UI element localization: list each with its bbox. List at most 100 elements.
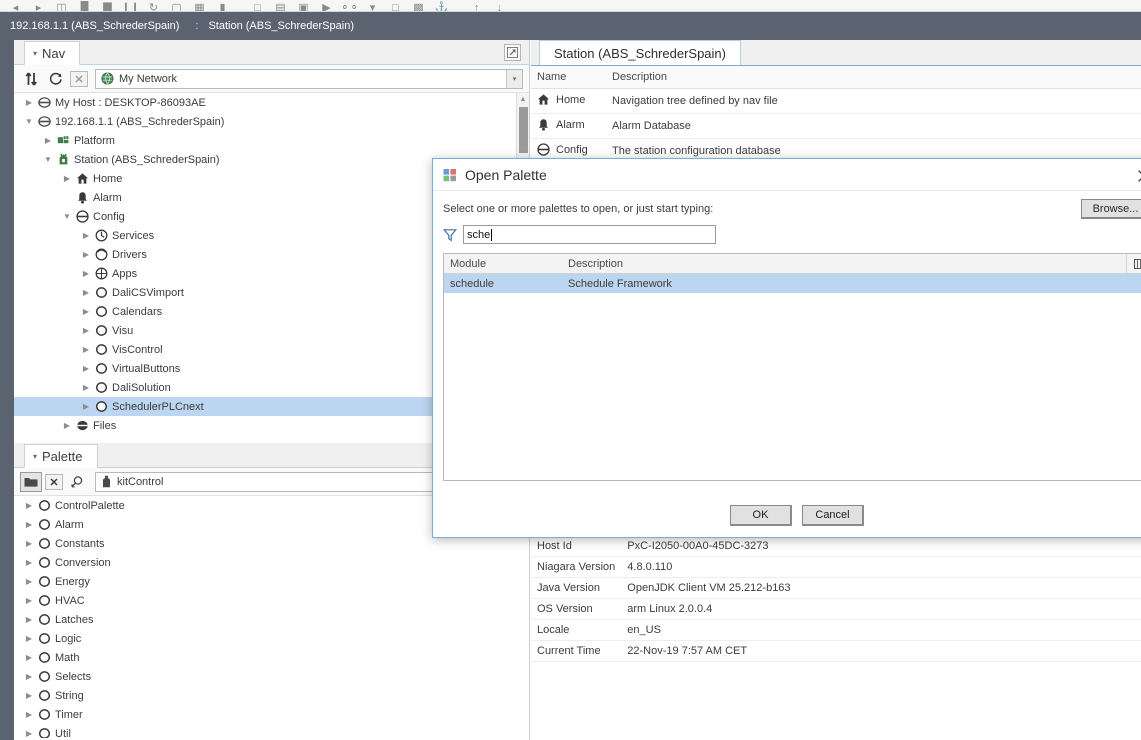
module-list-row[interactable]: schedule Schedule Framework	[444, 274, 1141, 293]
breadcrumb-station[interactable]: Station (ABS_SchrederSpain)	[208, 20, 354, 32]
twisty-collapsed-icon[interactable]: ▶	[79, 345, 93, 354]
twisty-collapsed-icon[interactable]: ▶	[79, 326, 93, 335]
palette-module-list[interactable]: Module Description schedule Schedule Fram…	[443, 253, 1141, 481]
close-icon[interactable]	[1133, 165, 1141, 187]
shield-icon[interactable]: ▾	[361, 0, 384, 12]
back-icon[interactable]: ◂	[4, 0, 27, 12]
twisty-collapsed-icon[interactable]: ▶	[22, 691, 36, 700]
forward-icon[interactable]: ▸	[27, 0, 50, 12]
twisty-collapsed-icon[interactable]: ▶	[79, 269, 93, 278]
folder-icon[interactable]	[20, 471, 42, 492]
folder-node-icon	[36, 594, 53, 607]
browse-button[interactable]: Browse...	[1081, 199, 1141, 219]
column-header-module[interactable]: Module	[444, 258, 564, 270]
column-header-description[interactable]: Description	[564, 258, 1126, 270]
binoculars-icon[interactable]: ⚬⚬	[338, 0, 361, 12]
refresh-icon[interactable]	[45, 69, 67, 89]
maximize-icon[interactable]	[504, 44, 521, 61]
table-row[interactable]: Alarm Alarm Database	[531, 113, 1141, 139]
twisty-collapsed-icon[interactable]: ▶	[22, 615, 36, 624]
column-settings-icon[interactable]	[1126, 254, 1141, 273]
twisty-collapsed-icon[interactable]: ▶	[60, 421, 74, 430]
square-icon[interactable]: □	[384, 0, 407, 12]
table-icon[interactable]: ▤	[269, 0, 292, 12]
chevron-down-icon[interactable]: ▾	[33, 49, 37, 58]
nav-tree-item-label: VirtualButtons	[112, 362, 181, 375]
palette-tree-item[interactable]: ▶ String	[14, 686, 529, 705]
column-header-description[interactable]: Description	[606, 66, 1141, 89]
column-header-name[interactable]: Name	[531, 66, 606, 89]
palette-tree-item[interactable]: ▶ Energy	[14, 572, 529, 591]
sort-arrows-icon[interactable]	[20, 69, 42, 89]
refresh-icon[interactable]: ↻	[142, 0, 165, 12]
twisty-collapsed-icon[interactable]: ▶	[22, 577, 36, 586]
folder-node-icon	[36, 537, 53, 550]
twisty-collapsed-icon[interactable]: ▶	[22, 672, 36, 681]
palette-tree-item[interactable]: ▶ Latches	[14, 610, 529, 629]
palette-tree-item[interactable]: ▶ Timer	[14, 705, 529, 724]
palette-tree-item[interactable]: ▶ Conversion	[14, 553, 529, 572]
tab-station[interactable]: Station (ABS_SchrederSpain)	[539, 40, 741, 65]
twisty-collapsed-icon[interactable]: ▶	[41, 136, 55, 145]
duplicate-icon[interactable]: ▩	[407, 0, 430, 12]
tab-palette[interactable]: ▾ Palette	[24, 444, 98, 468]
network-selector[interactable]: My Network ▾	[95, 68, 523, 89]
tab-nav[interactable]: ▾ Nav	[24, 41, 81, 65]
twisty-collapsed-icon[interactable]: ▶	[79, 383, 93, 392]
twisty-collapsed-icon[interactable]: ▶	[22, 558, 36, 567]
export-icon[interactable]: ▦	[188, 0, 211, 12]
ok-button[interactable]: OK	[730, 504, 792, 526]
twisty-collapsed-icon[interactable]: ▶	[79, 364, 93, 373]
palette-tree-item[interactable]: ▶ Math	[14, 648, 529, 667]
chart-icon[interactable]: ▣	[292, 0, 315, 12]
twisty-collapsed-icon[interactable]: ▶	[60, 174, 74, 183]
palette-tree-item[interactable]: ▶ Logic	[14, 629, 529, 648]
cancel-button[interactable]: Cancel	[802, 504, 864, 526]
nav-tree-item[interactable]: ▶ My Host : DESKTOP-86093AE	[14, 93, 529, 112]
down-icon[interactable]: ↓	[488, 0, 511, 12]
save-all-icon[interactable]: ▇	[96, 0, 119, 12]
twisty-collapsed-icon[interactable]: ▶	[22, 729, 36, 738]
palette-tree-item[interactable]: ▶ HVAC	[14, 591, 529, 610]
link-icon[interactable]: ▶	[315, 0, 338, 12]
twisty-collapsed-icon[interactable]: ▶	[22, 98, 36, 107]
folder-open-icon[interactable]: ◫	[50, 0, 73, 12]
save-icon[interactable]: █	[73, 0, 96, 12]
twisty-collapsed-icon[interactable]: ▶	[22, 501, 36, 510]
pause-icon[interactable]: ❙❙	[119, 0, 142, 12]
palette-tree-item-label: Math	[55, 651, 80, 664]
anchor-icon[interactable]: ⚓	[430, 0, 453, 12]
search-back-icon[interactable]	[66, 472, 88, 492]
nav-tree-item[interactable]: ▶ Platform	[14, 131, 529, 150]
palette-tree-item[interactable]: ▶ Util	[14, 724, 529, 738]
twisty-collapsed-icon[interactable]: ▶	[22, 634, 36, 643]
twisty-collapsed-icon[interactable]: ▶	[79, 307, 93, 316]
twisty-collapsed-icon[interactable]: ▶	[22, 596, 36, 605]
table-row[interactable]: Home Navigation tree defined by nav file	[531, 88, 1141, 114]
breadcrumb-host[interactable]: 192.168.1.1 (ABS_SchrederSpain)	[0, 20, 179, 32]
up-icon[interactable]: ↑	[465, 0, 488, 12]
twisty-collapsed-icon[interactable]: ▶	[79, 250, 93, 259]
twisty-collapsed-icon[interactable]: ▶	[79, 402, 93, 411]
twisty-expanded-icon[interactable]: ▼	[41, 155, 55, 164]
palette-tree-item[interactable]: ▶ Selects	[14, 667, 529, 686]
twisty-collapsed-icon[interactable]: ▶	[22, 653, 36, 662]
twisty-expanded-icon[interactable]: ▼	[60, 212, 74, 221]
scroll-up-icon[interactable]: ▲	[517, 93, 529, 106]
close-box-icon[interactable]	[45, 473, 63, 490]
twisty-collapsed-icon[interactable]: ▶	[79, 288, 93, 297]
scrollbar-thumb[interactable]	[519, 107, 528, 153]
chevron-down-icon[interactable]: ▾	[33, 452, 37, 461]
twisty-collapsed-icon[interactable]: ▶	[22, 520, 36, 529]
chevron-down-icon[interactable]: ▾	[506, 69, 522, 88]
nav-tree-item[interactable]: ▼ 192.168.1.1 (ABS_SchrederSpain)	[14, 112, 529, 131]
print-icon[interactable]: ▮	[211, 0, 234, 12]
filter-input[interactable]: sche	[463, 225, 716, 244]
twisty-expanded-icon[interactable]: ▼	[22, 117, 36, 126]
twisty-collapsed-icon[interactable]: ▶	[22, 710, 36, 719]
close-box-icon[interactable]	[70, 70, 88, 87]
twisty-collapsed-icon[interactable]: ▶	[22, 539, 36, 548]
history-icon[interactable]: ▢	[165, 0, 188, 12]
twisty-collapsed-icon[interactable]: ▶	[79, 231, 93, 240]
window-icon[interactable]: □	[246, 0, 269, 12]
